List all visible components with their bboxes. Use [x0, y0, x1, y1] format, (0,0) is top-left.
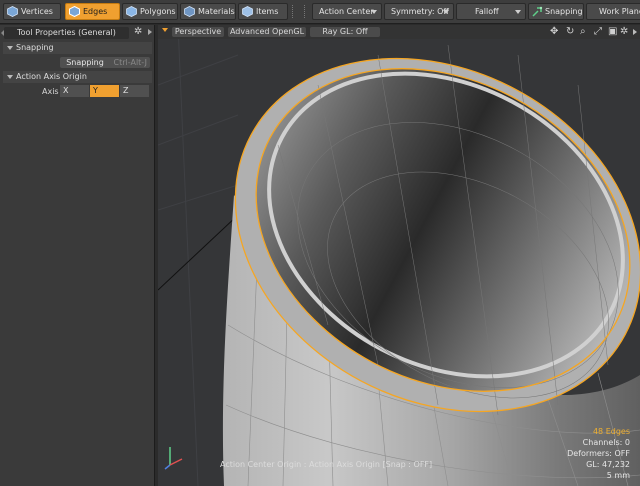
ray-gl-toggle[interactable]: Ray GL: Off — [310, 27, 380, 37]
edges-icon — [69, 6, 80, 17]
fit-icon[interactable]: ⤢ — [594, 26, 602, 37]
polygons-icon — [126, 6, 137, 17]
chevron-down-icon — [515, 10, 521, 14]
grid-size-info: 5 mm — [606, 471, 630, 480]
gl-count-info: GL: 47,232 — [586, 460, 630, 469]
snapping-button[interactable]: Snapping Ctrl-Alt-J — [60, 57, 150, 68]
world-axis-line — [158, 214, 239, 291]
toolbar-separator — [304, 5, 307, 18]
items-mode-button[interactable]: Items — [238, 3, 288, 20]
viewport-status-text: Action Center Origin : Action Axis Origi… — [220, 460, 433, 469]
falloff-dropdown[interactable]: Falloff — [456, 3, 526, 20]
chevron-down-icon — [7, 75, 13, 79]
symmetry-dropdown[interactable]: Symmetry: Off — [384, 3, 454, 20]
edges-mode-button[interactable]: Edges — [65, 3, 120, 20]
work-plane-dropdown[interactable]: Work Plane — [586, 3, 640, 20]
renderer-dropdown[interactable]: Advanced OpenGL — [228, 27, 306, 37]
3d-viewport[interactable]: Perspective Advanced OpenGL Ray GL: Off … — [158, 25, 640, 486]
vertices-icon — [7, 6, 18, 17]
view-mode-dropdown[interactable]: Perspective — [172, 27, 224, 37]
chevron-down-icon — [443, 10, 449, 14]
chevron-down-icon — [371, 10, 377, 14]
toolbar-separator — [292, 5, 295, 18]
pan-icon[interactable]: ✥ — [550, 26, 558, 37]
chevron-down-icon — [7, 46, 13, 50]
snapping-toggle[interactable]: Snapping — [528, 3, 584, 20]
zoom-icon[interactable]: ⌕ — [580, 26, 586, 37]
axis-x-button[interactable]: X — [60, 85, 90, 97]
axis-y-button[interactable]: Y — [90, 85, 120, 97]
axis-z-button[interactable]: Z — [120, 85, 150, 97]
items-icon — [242, 6, 253, 17]
polygons-mode-button[interactable]: Polygons — [122, 3, 178, 20]
tool-properties-panel: Tool Properties (General) ✲ Snapping Sna… — [0, 25, 155, 486]
viewport-menu-icon[interactable] — [162, 28, 168, 32]
expand-right-icon[interactable] — [633, 29, 637, 35]
materials-icon — [184, 6, 195, 17]
action-axis-origin-header[interactable]: Action Axis Origin — [3, 71, 152, 83]
action-center-dropdown[interactable]: Action Center — [312, 3, 382, 20]
channels-info: Channels: 0 — [582, 438, 630, 447]
viewport-header: Perspective Advanced OpenGL Ray GL: Off … — [158, 25, 640, 39]
gear-icon[interactable]: ✲ — [620, 26, 628, 37]
vertices-mode-button[interactable]: Vertices — [3, 3, 61, 20]
materials-mode-button[interactable]: Materials — [180, 3, 236, 20]
maximize-icon[interactable]: ▣ — [608, 26, 617, 37]
selection-count: 48 Edges — [592, 427, 630, 436]
expand-right-icon[interactable] — [148, 29, 152, 35]
main-toolbar: Vertices Edges Polygons Materials Items … — [0, 0, 640, 24]
axis-gizmo-icon — [164, 447, 183, 470]
snap-magnet-icon — [532, 6, 543, 17]
gear-icon[interactable]: ✲ — [134, 26, 142, 37]
tool-properties-tab[interactable]: Tool Properties (General) — [4, 27, 129, 39]
axis-label: Axis — [42, 87, 59, 96]
snapping-section-header[interactable]: Snapping — [3, 42, 152, 54]
viewport-scene[interactable] — [158, 25, 640, 486]
rotate-icon[interactable]: ↻ — [566, 26, 574, 37]
deformers-info: Deformers: OFF — [567, 449, 630, 458]
